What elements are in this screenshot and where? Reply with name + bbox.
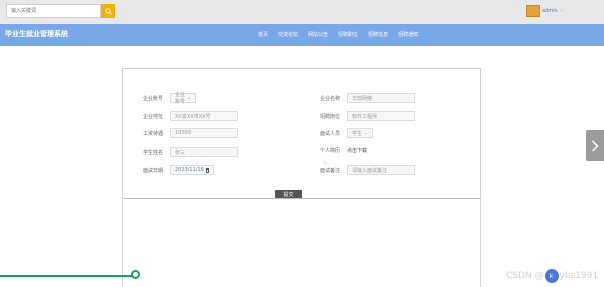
search-icon [104,7,112,15]
select-value: 学生 [352,130,363,137]
next-page-button[interactable] [586,130,604,161]
field-label: 企业账号 [143,95,164,102]
field-job-position: 招聘岗位 软件工程师 [320,111,415,121]
student-name-input[interactable]: 张三 [170,147,238,157]
field-interview-date: 面试日期 2023/11/16 [143,165,214,175]
interview-notes-input[interactable]: 请输入面试备注 [347,165,415,175]
divider [122,198,123,287]
field-interview-notes: 面试备注 请输入面试备注 [320,165,415,175]
input-value: 10000 [175,130,191,136]
nav-bar: 毕业生就业管理系统 首页 交流论坛 网站公告 招聘职位 招聘信息 招聘通知 [0,24,604,46]
input-value: 张三 [175,149,186,156]
search-area [6,4,115,18]
field-label: 企业名称 [320,95,341,102]
avatar [526,5,540,17]
search-input[interactable] [6,4,101,18]
field-label: 学生姓名 [143,149,164,156]
top-bar: admin › [0,0,604,24]
field-company-name: 企业名称 华软网络 [320,93,415,103]
nav-item-job-info[interactable]: 招聘信息 [368,31,388,38]
field-label: 面试备注 [320,167,341,174]
chevron-down-icon: ⌄ [363,130,368,136]
input-value: 软件工程师 [352,113,378,120]
field-label: 面试日期 [143,167,164,174]
interviewee-select[interactable]: 学生 ⌄ [347,128,373,138]
company-account-select[interactable]: 企业账号 ⌄ [170,92,196,105]
field-interviewee: 面试人员 学生 ⌄ [320,128,373,138]
site-title: 毕业生就业管理系统 [5,30,68,38]
user-menu[interactable]: admin › [526,5,563,17]
job-position-input[interactable]: 软件工程师 [347,111,415,121]
watermark: CSDN @ k ybs1991 [506,269,598,283]
field-company-account: 企业账号 企业账号 ⌄ [143,92,196,105]
field-label: 招聘岗位 [320,113,341,120]
chevron-right-icon [591,139,599,152]
field-student-name: 学生姓名 张三 [143,147,238,157]
divider [480,198,481,287]
nav-item-forum[interactable]: 交流论坛 [278,31,298,38]
nav-links: 首页 交流论坛 网站公告 招聘职位 招聘信息 招聘通知 [258,31,428,38]
nav-item-home[interactable]: 首页 [258,31,268,38]
nav-item-announcements[interactable]: 网站公告 [308,31,328,38]
progress-handle[interactable] [131,270,140,279]
interview-date-input[interactable]: 2023/11/16 [170,165,214,175]
select-value: 企业账号 [175,92,186,105]
watermark-text: CSDN @ [506,271,544,281]
field-label: 个人简历 [320,148,341,154]
field-label: 企业地址 [143,113,164,120]
calendar-icon[interactable] [205,167,209,173]
field-label: 面试人员 [320,130,341,137]
company-name-input[interactable]: 华软网络 [347,93,415,103]
date-value: 2023/11/16 [175,167,204,173]
input-value: XX省XX市XX号 [175,113,211,120]
search-button[interactable] [101,4,115,18]
input-placeholder: 请输入面试备注 [352,167,388,174]
nav-item-job-notices[interactable]: 招聘通知 [398,31,418,38]
video-progress-bar[interactable] [0,275,134,277]
company-address-input[interactable]: XX省XX市XX号 [170,111,238,121]
field-resume: 个人简历 点击下载 [320,147,367,154]
field-label: 工资待遇 [143,130,164,137]
chevron-right-icon: › [560,8,563,14]
watermark-text: ybs1991 [559,271,599,281]
divider [122,198,481,199]
resume-download-link[interactable]: 点击下载 [347,147,367,154]
chevron-down-icon: ⌄ [186,95,191,101]
nav-item-job-positions[interactable]: 招聘职位 [338,31,358,38]
username: admin [542,8,558,14]
salary-input[interactable]: 10000 [170,128,238,138]
field-salary: 工资待遇 10000 [143,128,238,138]
input-value: 华软网络 [352,95,373,102]
watermark-badge: k [544,269,559,283]
field-company-address: 企业地址 XX省XX市XX号 [143,111,238,121]
